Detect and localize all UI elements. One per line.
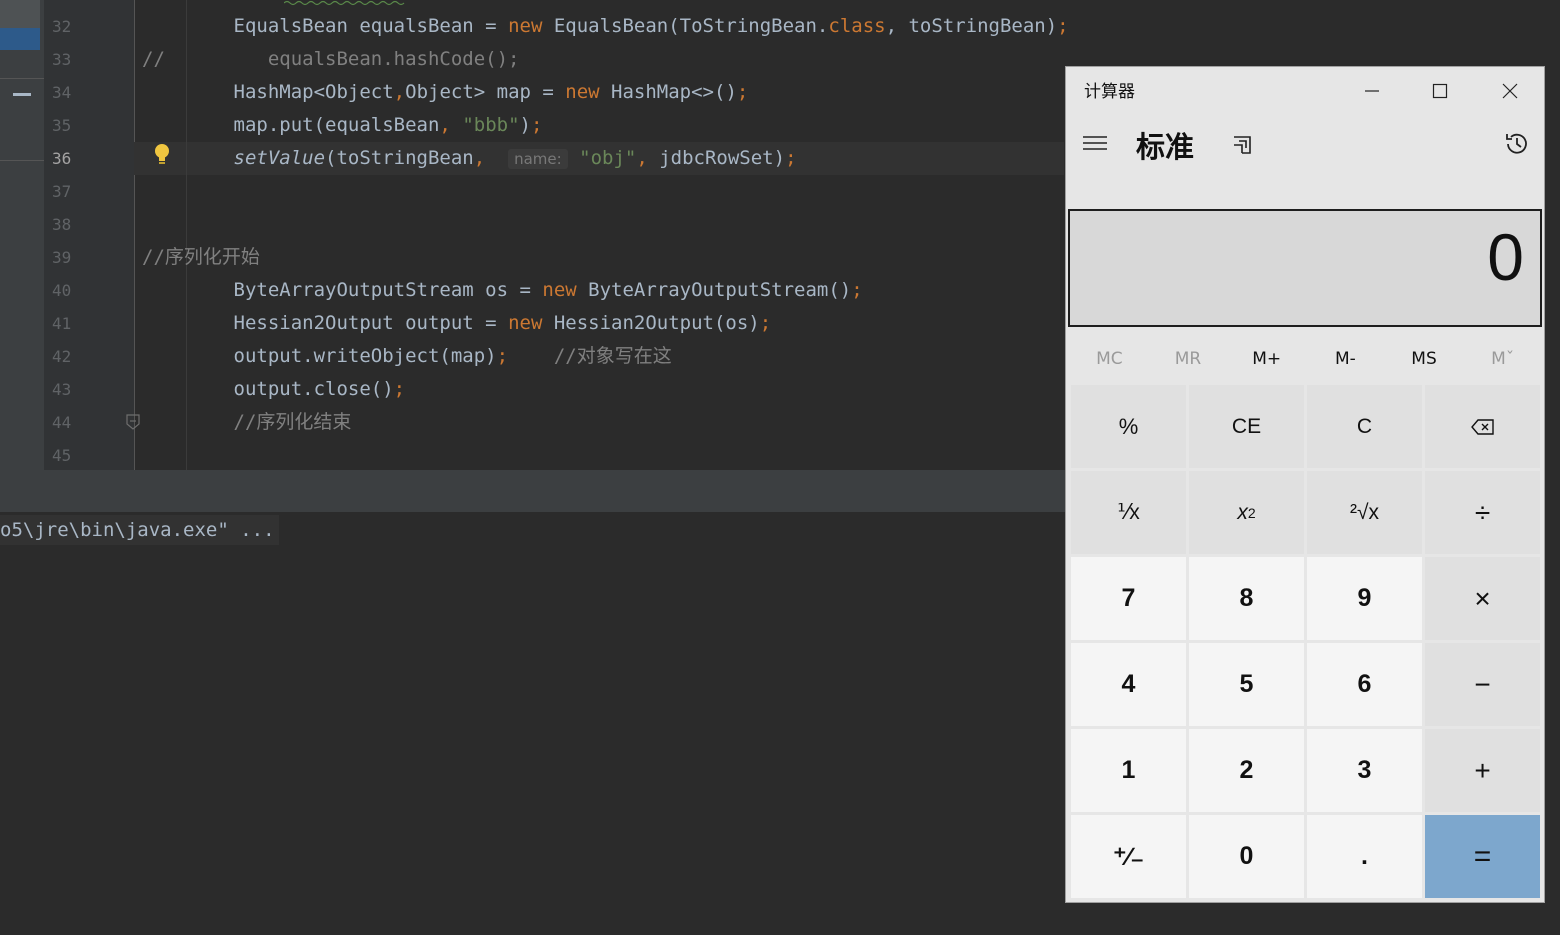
line-number-current: 36	[52, 149, 72, 168]
minimize-button[interactable]	[1338, 67, 1406, 115]
keep-on-top-icon[interactable]	[1230, 133, 1254, 157]
code-line-36[interactable]: setValue(toStringBean, name: "obj", jdbc…	[142, 142, 797, 176]
maximize-button[interactable]	[1406, 67, 1474, 115]
right-tool-strip	[1545, 0, 1560, 935]
line-number: 39	[52, 248, 72, 267]
line-number: 38	[52, 215, 72, 234]
display-value: 0	[1487, 220, 1524, 294]
calculator-window: 计算器 标准 0 MC MR M+ M- MS Mˇ % CE C ⅟x x 2…	[1065, 66, 1545, 903]
parameter-hint: name:	[508, 149, 568, 169]
digit-3-button[interactable]: 3	[1307, 729, 1422, 812]
selected-tool-tab[interactable]	[0, 28, 40, 50]
digit-5-button[interactable]: 5	[1189, 643, 1304, 726]
backspace-icon	[1470, 418, 1494, 435]
memory-row: MC MR M+ M- MS Mˇ	[1070, 335, 1542, 383]
divide-button[interactable]: ÷	[1425, 471, 1540, 554]
memory-add-button[interactable]: M+	[1227, 335, 1306, 383]
close-button[interactable]	[1476, 67, 1544, 115]
clear-button[interactable]: C	[1307, 385, 1422, 468]
code-line-42[interactable]: output.writeObject(map); //对象写在这	[142, 340, 672, 373]
console-output-line: o5\jre\bin\java.exe" ...	[0, 515, 279, 545]
memory-recall-button[interactable]: MR	[1149, 335, 1228, 383]
add-button[interactable]: +	[1425, 729, 1540, 812]
warning-squiggle	[284, 0, 405, 6]
backspace-button[interactable]	[1425, 385, 1540, 468]
decimal-button[interactable]: .	[1307, 815, 1422, 898]
lightbulb-icon[interactable]	[154, 143, 170, 167]
run-panel-header	[0, 472, 1065, 512]
digit-7-button[interactable]: 7	[1071, 557, 1186, 640]
line-number: 43	[52, 380, 72, 399]
memory-subtract-button[interactable]: M-	[1306, 335, 1385, 383]
history-icon[interactable]	[1504, 131, 1530, 157]
line-number: 33	[52, 50, 72, 69]
code-line-43[interactable]: output.close();	[142, 373, 406, 406]
memory-store-button[interactable]: MS	[1385, 335, 1464, 383]
equals-button[interactable]: =	[1425, 815, 1540, 898]
close-icon	[1502, 83, 1518, 99]
percent-button[interactable]: %	[1071, 385, 1186, 468]
menu-icon[interactable]	[1082, 133, 1108, 153]
digit-2-button[interactable]: 2	[1189, 729, 1304, 812]
digit-8-button[interactable]: 8	[1189, 557, 1304, 640]
code-line-41[interactable]: Hessian2Output output = new Hessian2Outp…	[142, 307, 772, 340]
minimize-icon	[1365, 90, 1379, 92]
memory-clear-button[interactable]: MC	[1070, 335, 1149, 383]
line-number: 35	[52, 116, 72, 135]
line-number: 45	[52, 446, 72, 465]
keypad: % CE C ⅟x x2 ²√x ÷ 7 8 9 × 4 5 6 − 1 2 3…	[1071, 385, 1541, 898]
digit-1-button[interactable]: 1	[1071, 729, 1186, 812]
subtract-button[interactable]: −	[1425, 643, 1540, 726]
square-button[interactable]: x2	[1189, 471, 1304, 554]
calculator-header: 标准	[1066, 119, 1544, 171]
line-number: 37	[52, 182, 72, 201]
reciprocal-button[interactable]: ⅟x	[1071, 471, 1186, 554]
line-number: 40	[52, 281, 72, 300]
code-line-35[interactable]: map.put(equalsBean, "bbb");	[142, 109, 543, 142]
code-line-32[interactable]: EqualsBean equalsBean = new EqualsBean(T…	[142, 10, 1069, 43]
square-root-button[interactable]: ²√x	[1307, 471, 1422, 554]
digit-4-button[interactable]: 4	[1071, 643, 1186, 726]
window-title: 计算器	[1084, 82, 1135, 102]
maximize-icon	[1432, 83, 1448, 99]
tool-tab[interactable]	[0, 0, 40, 28]
collapse-icon[interactable]	[13, 93, 31, 96]
multiply-button[interactable]: ×	[1425, 557, 1540, 640]
line-number: 32	[52, 17, 72, 36]
digit-6-button[interactable]: 6	[1307, 643, 1422, 726]
line-number: 41	[52, 314, 72, 333]
strip-separator	[0, 160, 44, 161]
digit-0-button[interactable]: 0	[1189, 815, 1304, 898]
console-panel	[0, 512, 1065, 935]
strip-separator	[0, 78, 44, 79]
code-line-40[interactable]: ByteArrayOutputStream os = new ByteArray…	[142, 274, 863, 307]
code-line-34[interactable]: HashMap<Object,Object> map = new HashMap…	[142, 76, 749, 109]
code-line-44[interactable]: //序列化结束	[142, 406, 352, 439]
line-number: 44	[52, 413, 72, 432]
fold-marker-icon[interactable]	[126, 414, 140, 430]
clear-entry-button[interactable]: CE	[1189, 385, 1304, 468]
line-number: 34	[52, 83, 72, 102]
digit-9-button[interactable]: 9	[1307, 557, 1422, 640]
code-line-33[interactable]: // equalsBean.hashCode();	[142, 43, 520, 76]
result-display: 0	[1068, 209, 1542, 327]
mode-title: 标准	[1136, 130, 1195, 164]
memory-list-button[interactable]: Mˇ	[1463, 335, 1542, 383]
line-number: 42	[52, 347, 72, 366]
code-line-39[interactable]: //序列化开始	[142, 241, 260, 274]
project-tool-strip	[0, 0, 44, 470]
negate-button[interactable]: ⁺∕₋	[1071, 815, 1186, 898]
